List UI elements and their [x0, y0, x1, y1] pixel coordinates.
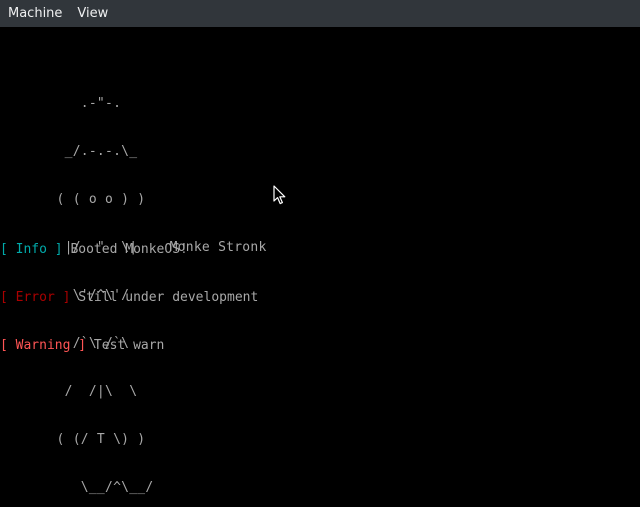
log-bracket-close: ] — [54, 290, 71, 305]
ascii-art-line: \__/^\__/ — [0, 480, 154, 495]
log-line-warning: [ Warning ] Test warn — [0, 338, 258, 354]
vm-window: Machine View .-"-. _/.-.-.\_ ( ( o o ) )… — [0, 0, 640, 507]
vm-screen[interactable]: .-"-. _/.-.-.\_ ( ( o o ) ) |/ " \| Monk… — [0, 27, 640, 507]
menubar: Machine View — [0, 0, 640, 27]
log-message: Booted MonkeOS! — [62, 242, 188, 257]
log-tag-info: Info — [15, 242, 47, 257]
log-tag-error: Error — [15, 290, 55, 305]
log-message: Test warn — [86, 338, 165, 353]
log-bracket-close: ] — [46, 242, 63, 257]
log-message: Still under development — [70, 290, 259, 305]
ascii-art-line: ( ( o o ) ) — [0, 192, 146, 207]
ascii-art-line: / /|\ \ — [0, 384, 138, 399]
mouse-pointer-icon — [273, 185, 286, 205]
menu-view[interactable]: View — [69, 0, 115, 27]
ascii-art-line: .-"-. — [0, 96, 122, 111]
menu-machine[interactable]: Machine — [0, 0, 69, 27]
log-tag-warning: Warning — [15, 338, 71, 353]
log-line-info: [ Info ] Booted MonkeOS! — [0, 242, 258, 258]
log-line-error: [ Error ] Still under development — [0, 290, 258, 306]
log-bracket-open: [ — [0, 242, 16, 257]
log-bracket-close: ] — [70, 338, 87, 353]
log-bracket-open: [ — [0, 290, 16, 305]
ascii-art-line: ( (/ T \) ) — [0, 432, 146, 447]
boot-log: [ Info ] Booted MonkeOS! [ Error ] Still… — [0, 210, 258, 386]
ascii-art-line: _/.-.-.\_ — [0, 144, 138, 159]
log-bracket-open: [ — [0, 338, 16, 353]
